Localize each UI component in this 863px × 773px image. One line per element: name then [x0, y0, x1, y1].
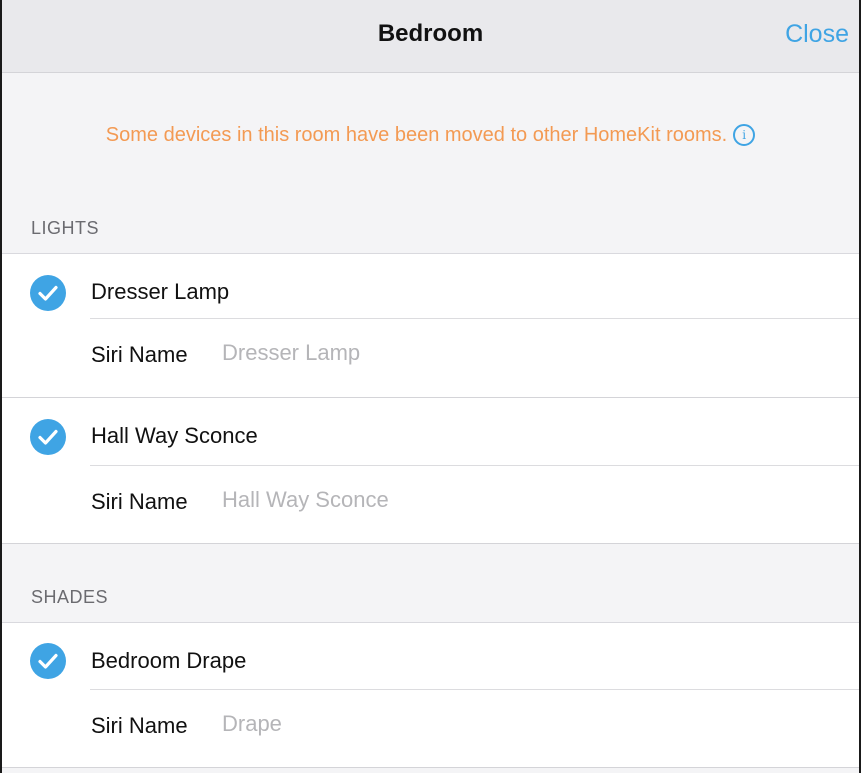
- checkmark-icon[interactable]: [30, 275, 66, 311]
- section-header-shades: SHADES: [2, 544, 859, 623]
- device-name: Dresser Lamp: [91, 279, 230, 304]
- siri-name-input[interactable]: [222, 711, 622, 737]
- section-title: SHADES: [31, 587, 109, 607]
- device-name: Bedroom Drape: [91, 648, 247, 673]
- checkmark-icon[interactable]: [30, 643, 66, 679]
- moved-devices-notice: Some devices in this room have been move…: [2, 124, 859, 147]
- siri-name-row: Siri Name: [2, 466, 859, 544]
- navigation-bar: Bedroom Close: [2, 0, 859, 73]
- notice-text: Some devices in this room have been move…: [105, 124, 728, 146]
- checkmark-icon[interactable]: [30, 419, 66, 455]
- section-header-lights: LIGHTS: [2, 205, 859, 254]
- siri-name-row: Siri Name: [2, 319, 859, 398]
- siri-name-label: Siri Name: [91, 342, 188, 367]
- list-footer-gap: [2, 768, 859, 773]
- info-icon[interactable]: i: [733, 124, 756, 146]
- siri-name-label: Siri Name: [91, 489, 188, 514]
- siri-name-label: Siri Name: [91, 713, 188, 738]
- device-name: Hall Way Sconce: [91, 423, 258, 448]
- siri-name-input[interactable]: [222, 340, 622, 366]
- device-row-dresser-lamp[interactable]: Dresser Lamp: [2, 254, 859, 319]
- close-button[interactable]: Close: [785, 20, 849, 49]
- siri-name-input[interactable]: [222, 487, 622, 513]
- device-row-hall-way-sconce[interactable]: Hall Way Sconce: [2, 398, 859, 466]
- notice-area: Some devices in this room have been move…: [2, 73, 859, 205]
- page-title: Bedroom: [377, 20, 484, 47]
- section-title: LIGHTS: [31, 218, 100, 238]
- device-row-bedroom-drape[interactable]: Bedroom Drape: [2, 623, 859, 690]
- siri-name-row: Siri Name: [2, 690, 859, 768]
- room-settings-window: Bedroom Close Some devices in this room …: [0, 0, 861, 773]
